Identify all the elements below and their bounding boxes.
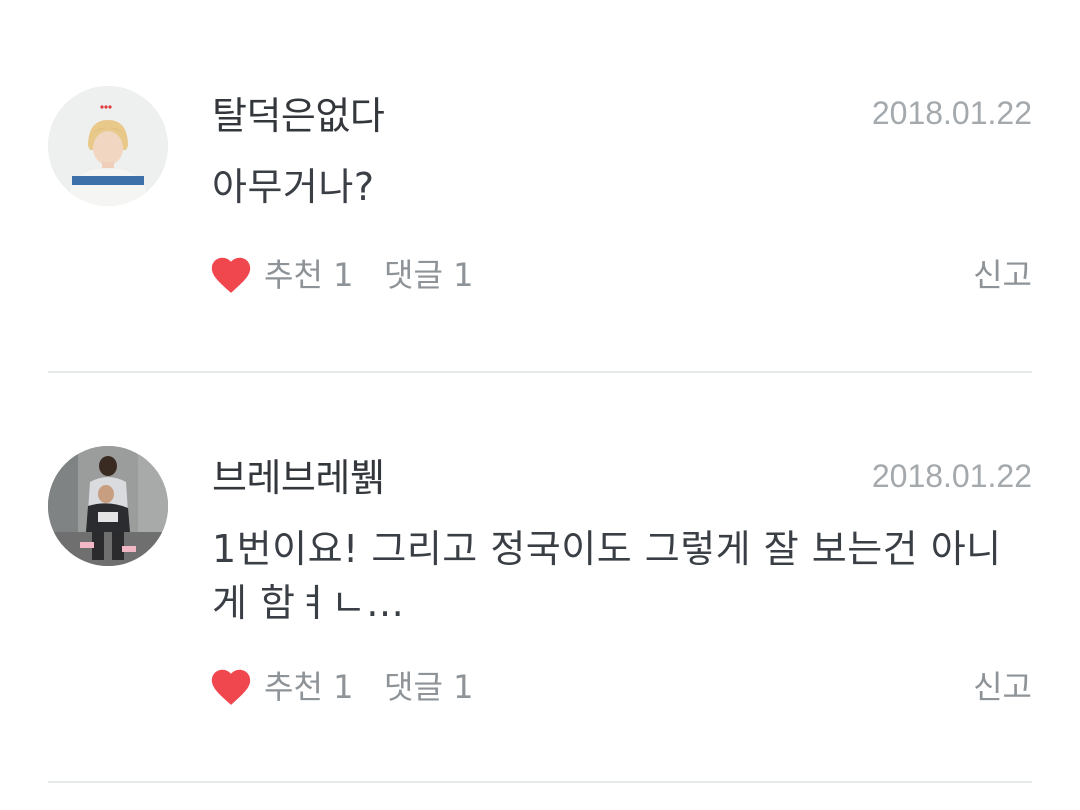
recommend-label: 추천: [264, 668, 323, 706]
comment-actions: 추천 1 댓글 1 신고: [208, 662, 1032, 712]
comment-date: 2018.01.22: [871, 95, 1032, 131]
recommend-count: 1: [333, 256, 354, 294]
recommend-label: 추천: [264, 256, 323, 294]
comment-item: 탈덕은없다 2018.01.22 아무거나? 추천 1 댓글 1 신고: [0, 0, 1080, 374]
reply-button[interactable]: 댓글 1: [384, 662, 473, 712]
report-button[interactable]: 신고: [973, 662, 1032, 712]
recommend-count: 1: [333, 668, 354, 706]
comment-username[interactable]: 브레브레뷁: [212, 455, 385, 501]
comment-text: 아무거나?: [212, 165, 375, 209]
avatar-photo-icon: [48, 86, 168, 206]
reply-count: 1: [453, 668, 474, 706]
avatar[interactable]: [48, 446, 168, 566]
avatar[interactable]: [48, 86, 168, 206]
reply-label: 댓글: [384, 668, 443, 706]
heart-icon[interactable]: [208, 664, 254, 710]
report-button[interactable]: 신고: [973, 250, 1032, 300]
comment-date: 2018.01.22: [871, 458, 1032, 494]
heart-icon[interactable]: [208, 252, 254, 298]
comment-username[interactable]: 탈덕은없다: [212, 93, 385, 139]
reply-label: 댓글: [384, 256, 443, 294]
reply-count: 1: [453, 256, 474, 294]
divider: [48, 781, 1032, 783]
recommend-button[interactable]: 추천 1: [264, 662, 353, 712]
recommend-button[interactable]: 추천 1: [264, 250, 353, 300]
comment-actions: 추천 1 댓글 1 신고: [208, 250, 1032, 300]
reply-button[interactable]: 댓글 1: [384, 250, 473, 300]
avatar-photo-icon: [48, 446, 168, 566]
divider: [48, 371, 1032, 373]
comment-text: 1번이요! 그리고 정국이도 그렇게 잘 보는건 아니게 함ㅕㄴ...: [212, 527, 1002, 625]
comment-item: 브레브레뷁 2018.01.22 1번이요! 그리고 정국이도 그렇게 잘 보는…: [0, 374, 1080, 784]
